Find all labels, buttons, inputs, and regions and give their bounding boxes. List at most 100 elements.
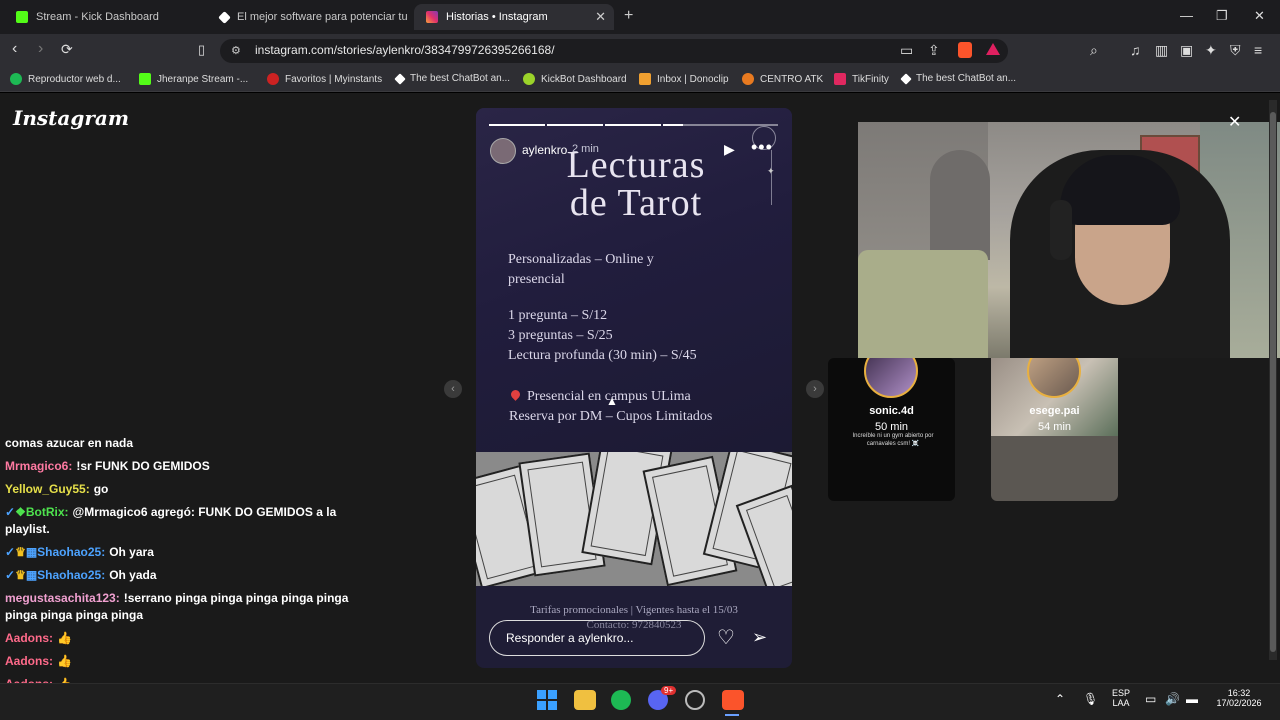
file-explorer-icon[interactable]: [574, 690, 596, 710]
chat-message: Aadons:👍: [5, 654, 72, 668]
badge-icon: ❖: [15, 505, 26, 519]
preview-background: [991, 436, 1118, 501]
badge-icon: ▦: [25, 568, 38, 582]
story-progress-segment: [547, 124, 603, 126]
brave-icon[interactable]: [722, 690, 744, 710]
menu-icon[interactable]: ≡: [1254, 42, 1262, 58]
music-icon[interactable]: ♫: [1130, 42, 1141, 58]
chat-username: Shaohao25:: [37, 568, 106, 582]
bookmark-spotify[interactable]: Reproductor web d...: [10, 73, 121, 85]
tab-title: Historias • Instagram: [446, 11, 548, 23]
cast-icon[interactable]: ▭: [900, 42, 913, 59]
badge-icon: ✓: [5, 568, 16, 582]
send-icon[interactable]: ➢: [752, 627, 767, 648]
back-icon[interactable]: ‹: [12, 40, 17, 58]
tarot-cards-image: [476, 452, 792, 586]
site-settings-icon[interactable]: ⚙: [231, 44, 241, 57]
price-line: Lectura profunda (30 min) – S/45: [508, 348, 697, 363]
brave-shields-icon[interactable]: [958, 42, 972, 58]
tab-title: Stream - Kick Dashboard: [36, 11, 159, 23]
tab-title: El mejor software para potenciar tu st: [237, 11, 408, 23]
notification-badge: 9+: [661, 686, 677, 695]
scrollbar-thumb[interactable]: [1270, 112, 1276, 652]
maximize-icon[interactable]: ❐: [1216, 8, 1228, 24]
bookmark-kickbot[interactable]: KickBot Dashboard: [523, 73, 627, 85]
kick-icon: [16, 11, 28, 23]
chat-message: Aadons:👍: [5, 631, 72, 645]
badge-icon: ✓: [5, 545, 16, 559]
chat-username: Aadons:: [5, 631, 53, 645]
next-story-button[interactable]: ›: [806, 380, 824, 398]
chat-message-continued: playlist.: [5, 522, 50, 536]
preview-caption: Increíble ni un gym abierto por carnaval…: [852, 433, 934, 447]
diamond-icon: [394, 72, 406, 85]
tikfinity-icon: [834, 73, 846, 85]
battery-icon[interactable]: ▬: [1186, 692, 1198, 706]
vpn-icon[interactable]: ⛨: [1230, 42, 1241, 59]
title-line: Lecturas: [566, 144, 706, 186]
reload-icon[interactable]: ⟳: [61, 41, 73, 58]
clock[interactable]: 16:32 17/02/2026: [1210, 688, 1268, 708]
reserve-line: Reserva por DM – Cupos Limitados: [509, 409, 713, 424]
chat-username: Yellow_Guy55:: [5, 482, 90, 496]
windows-start-icon[interactable]: [537, 690, 557, 710]
forward-icon[interactable]: ›: [38, 40, 43, 58]
heart-icon[interactable]: ♡: [717, 625, 735, 650]
leo-ai-icon[interactable]: ✦: [1205, 42, 1217, 59]
reply-placeholder[interactable]: Responder a aylenkro...: [506, 631, 633, 645]
chat-message: ✓♛▦Shaohao25: Oh yada: [5, 568, 157, 582]
close-story-icon[interactable]: ✕: [1228, 112, 1241, 132]
webcam-headphone: [1050, 200, 1072, 260]
language-indicator[interactable]: ESP LAA: [1108, 688, 1134, 708]
minimize-icon[interactable]: —: [1180, 8, 1193, 23]
price-line: 1 pregunta – S/12: [508, 308, 608, 323]
story-progress-segment-current: [663, 124, 683, 126]
chevron-up-icon[interactable]: ⌃: [1055, 692, 1065, 706]
brave-rewards-icon[interactable]: [986, 43, 1000, 55]
share-icon[interactable]: ⇪: [928, 42, 940, 59]
tab-kick-dashboard[interactable]: Stream - Kick Dashboard: [4, 4, 204, 30]
bookmark-chatbot-1[interactable]: The best ChatBot an...: [394, 72, 510, 85]
story-progress-segment: [489, 124, 545, 126]
bookmark-centro-atk[interactable]: CENTRO ATK: [742, 73, 823, 85]
bookmark-icon[interactable]: ▯: [198, 42, 205, 58]
bookmark-myinstants[interactable]: Favoritos | Myinstants: [267, 73, 382, 85]
instagram-logo[interactable]: Instagram: [13, 106, 129, 130]
story-text-line: presencial: [508, 272, 565, 287]
promo-text: Tarifas promocionales | Vigentes hasta e…: [530, 604, 738, 616]
wallet-icon[interactable]: ▣: [1180, 42, 1193, 59]
chat-username: BotRix:: [25, 505, 69, 519]
spotify-icon[interactable]: [611, 690, 631, 710]
new-tab-button[interactable]: +: [624, 7, 633, 25]
tab-chatbot-software[interactable]: El mejor software para potenciar tu st: [208, 4, 408, 30]
microphone-icon[interactable]: 🎙: [1083, 692, 1098, 706]
close-window-icon[interactable]: ✕: [1254, 8, 1265, 24]
story-text-line: Personalizadas – Online y: [508, 252, 654, 267]
preview-username: sonic.4d: [869, 405, 914, 417]
bookmark-jheranpe[interactable]: Jheranpe Stream -...: [139, 73, 248, 85]
active-app-indicator: [725, 714, 739, 716]
chat-username: Aadons:: [5, 654, 53, 668]
chat-message: ✓❖BotRix: @Mrmagico6 agregó: FUNK DO GEMI…: [5, 505, 337, 519]
sidebar-search-icon[interactable]: ⌕: [1090, 42, 1098, 59]
tab-instagram-stories[interactable]: Historias • Instagram ✕: [414, 4, 614, 30]
atk-icon: [742, 73, 754, 85]
kickbot-icon: [523, 73, 535, 85]
close-tab-icon[interactable]: ✕: [595, 9, 606, 25]
webcam-couch: [858, 250, 988, 358]
chat-message: comas azucar en nada: [5, 436, 134, 450]
chat-username: megustasachita123:: [5, 591, 120, 605]
chat-message: Mrmagico6: !sr FUNK DO GEMIDOS: [5, 459, 210, 473]
bookmark-chatbot-2[interactable]: The best ChatBot an...: [900, 72, 1016, 85]
volume-icon[interactable]: 🔊: [1165, 692, 1180, 706]
mouse-cursor-icon: ▲: [606, 394, 618, 408]
prev-story-button[interactable]: ‹: [444, 380, 462, 398]
obs-icon[interactable]: [685, 690, 705, 710]
bookmark-donoclip[interactable]: Inbox | Donoclip: [639, 73, 729, 85]
bookmark-tikfinity[interactable]: TikFinity: [834, 73, 889, 85]
network-icon[interactable]: ▭: [1145, 692, 1156, 706]
preview-time: 54 min: [1037, 421, 1072, 433]
sidebar-icon[interactable]: ▥: [1155, 42, 1168, 59]
diamond-icon: [218, 10, 231, 24]
url-text[interactable]: instagram.com/stories/aylenkro/383479972…: [255, 43, 555, 57]
